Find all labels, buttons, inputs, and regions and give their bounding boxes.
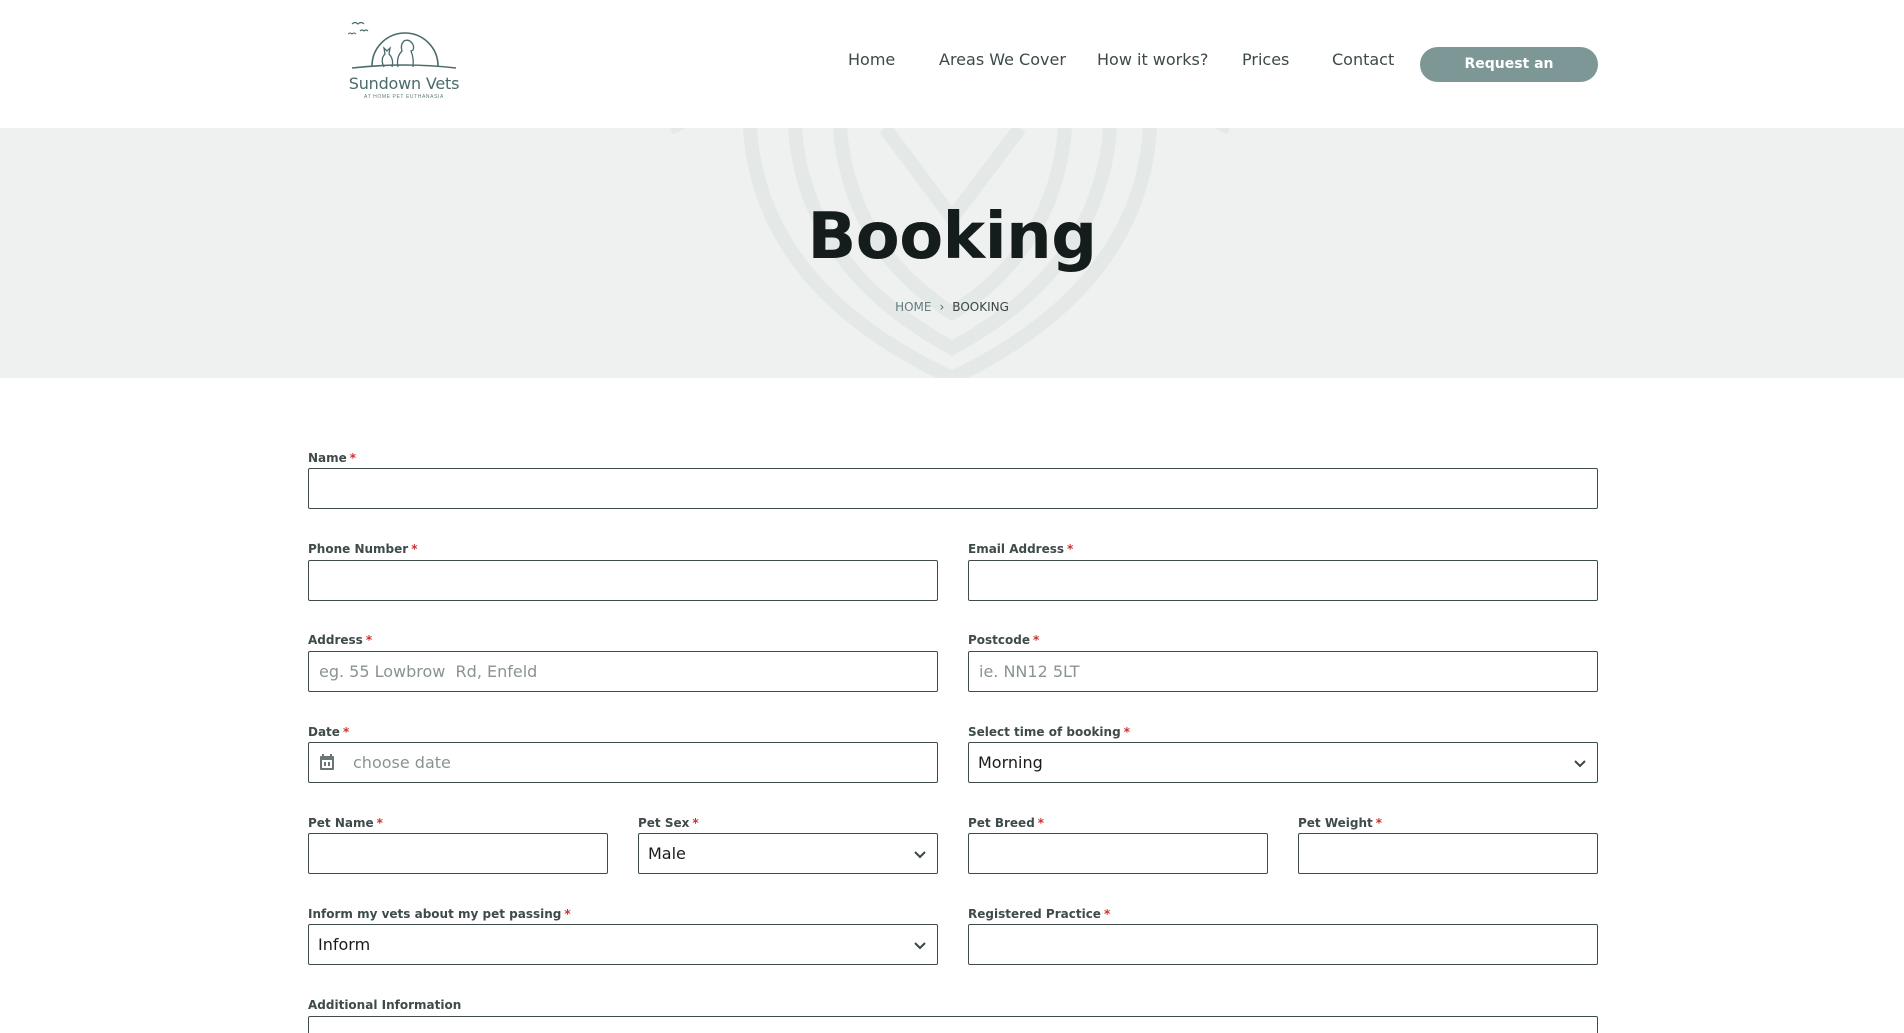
pet-sex-select[interactable]: Male [638, 833, 938, 874]
breadcrumb: HOME › BOOKING [0, 300, 1904, 314]
address-field-box [308, 651, 938, 692]
chevron-down-icon [914, 851, 926, 859]
phone-input[interactable] [309, 561, 937, 600]
pet-name-field-box [308, 833, 608, 874]
postcode-input[interactable] [969, 652, 1597, 691]
name-label: Name * [308, 451, 357, 465]
phone-field-box [308, 560, 938, 601]
pet-weight-field-box [1298, 833, 1598, 874]
inform-vets-select[interactable]: Inform [308, 924, 938, 965]
inform-vets-value: Inform [318, 935, 371, 954]
name-field-box [308, 468, 1598, 509]
address-label: Address * [308, 633, 373, 647]
pet-sex-label: Pet Sex * [638, 816, 699, 830]
pet-sex-value: Male [648, 844, 686, 863]
page-hero: Booking HOME › BOOKING [0, 128, 1904, 378]
chevron-down-icon [914, 942, 926, 950]
date-field-box [308, 742, 938, 783]
inform-vets-label: Inform my vets about my pet passing * [308, 907, 571, 921]
booking-form: Name * Phone Number * Email Address * Addre… [0, 378, 1904, 1033]
logo-name: Sundown Vets [348, 74, 460, 93]
nav-home[interactable]: Home [848, 50, 895, 69]
registered-practice-input[interactable] [969, 925, 1597, 964]
pets-logo-icon [348, 21, 457, 69]
site-header: Sundown Vets AT HOME PET EUTHANASIA Home… [0, 0, 1904, 128]
booking-time-select[interactable]: Morning [968, 742, 1598, 783]
pet-name-input[interactable] [309, 834, 607, 873]
postcode-label: Postcode * [968, 633, 1040, 647]
site-logo[interactable]: Sundown Vets AT HOME PET EUTHANASIA [348, 18, 460, 104]
calendar-icon [320, 754, 334, 770]
booking-time-value: Morning [978, 753, 1043, 772]
registered-practice-field-box [968, 924, 1598, 965]
nav-prices[interactable]: Prices [1242, 50, 1289, 69]
request-appointment-button[interactable]: Request an Appointment [1420, 47, 1598, 107]
page-title: Booking [807, 200, 1097, 274]
breadcrumb-home-link[interactable]: HOME [895, 300, 931, 314]
phone-label: Phone Number * [308, 542, 418, 556]
name-input[interactable] [309, 469, 1597, 508]
pet-name-label: Pet Name * [308, 816, 383, 830]
registered-practice-label: Registered Practice * [968, 907, 1111, 921]
date-input-wrap [343, 743, 937, 782]
date-input[interactable] [343, 743, 937, 782]
address-input[interactable] [309, 652, 937, 691]
additional-info-textarea[interactable] [308, 1016, 1598, 1033]
pet-breed-field-box [968, 833, 1268, 874]
email-input[interactable] [969, 561, 1597, 600]
email-field-box [968, 560, 1598, 601]
pet-weight-label: Pet Weight * [1298, 816, 1383, 830]
pet-weight-input[interactable] [1299, 834, 1597, 873]
date-label: Date * [308, 725, 350, 739]
pet-breed-input[interactable] [969, 834, 1267, 873]
additional-info-label: Additional Information [308, 998, 462, 1012]
nav-contact[interactable]: Contact [1332, 50, 1394, 69]
logo-tagline: AT HOME PET EUTHANASIA [364, 94, 444, 100]
pet-breed-label: Pet Breed * [968, 816, 1045, 830]
email-label: Email Address * [968, 542, 1074, 556]
nav-how-it-works[interactable]: How it works? [1097, 50, 1208, 69]
nav-areas-we-cover[interactable]: Areas We Cover [939, 50, 1066, 69]
booking-time-label: Select time of booking * [968, 725, 1130, 739]
postcode-field-box [968, 651, 1598, 692]
breadcrumb-current: BOOKING [952, 300, 1009, 314]
breadcrumb-separator: › [939, 300, 945, 314]
chevron-down-icon [1574, 760, 1586, 768]
